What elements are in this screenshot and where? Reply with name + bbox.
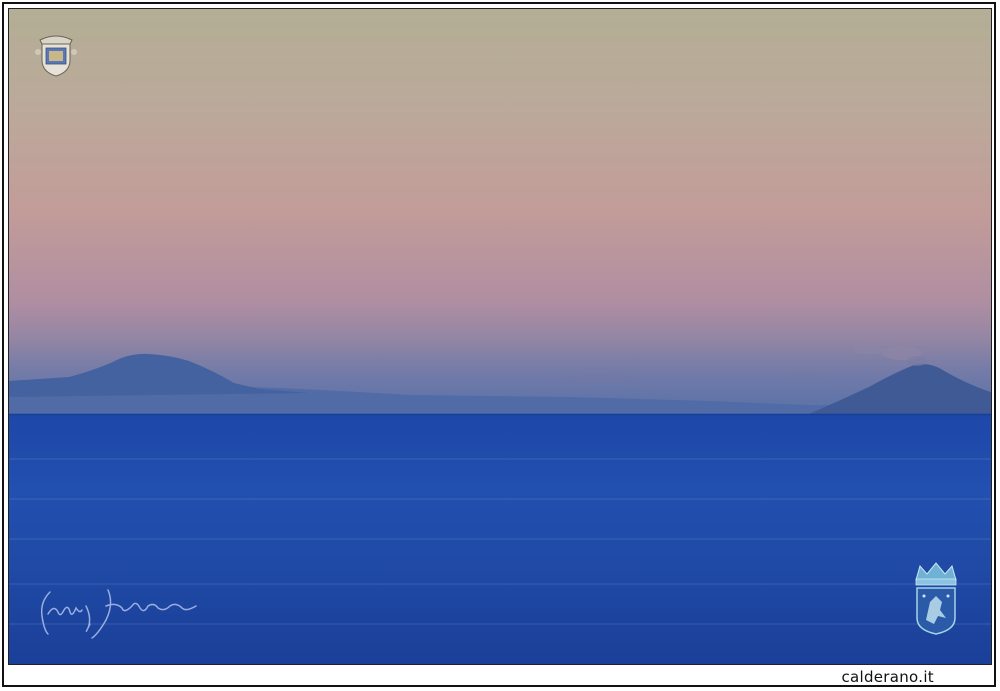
- photo-frame: calderano.it: [0, 0, 1000, 691]
- caption-bar: calderano.it: [8, 668, 992, 686]
- handwritten-signature: [36, 584, 208, 646]
- crowned-shield-icon: [910, 560, 962, 636]
- coat-of-arms-icon: [34, 30, 78, 78]
- site-watermark: calderano.it: [841, 668, 934, 686]
- seascape-photo: [8, 8, 992, 665]
